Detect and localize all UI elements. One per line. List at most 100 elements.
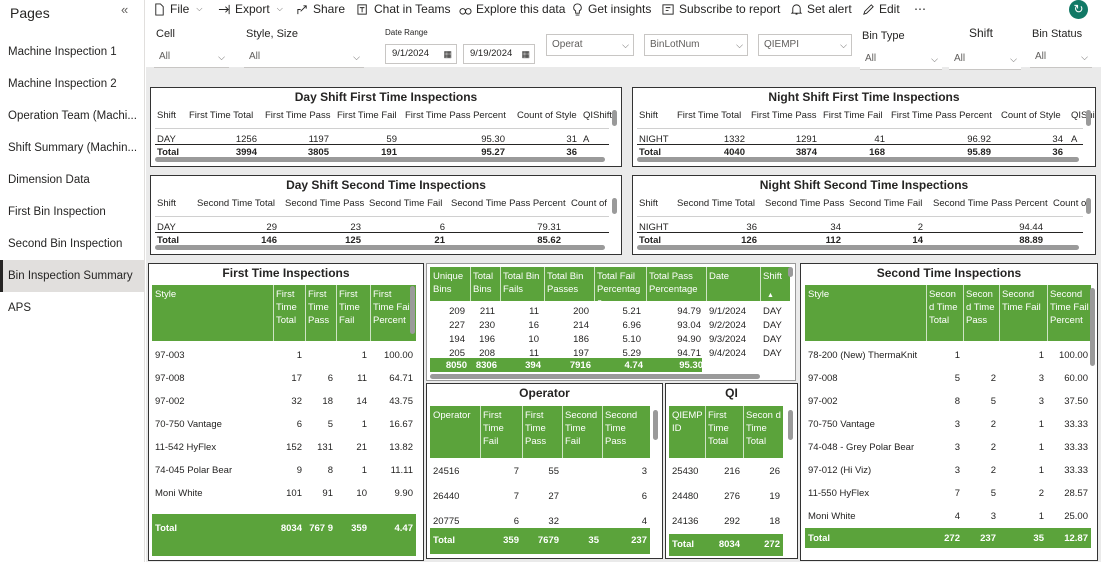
table-cell: 152 (286, 442, 302, 453)
table-cell: 2 (990, 419, 996, 430)
shift-slicer[interactable]: All ⌵ (949, 50, 1021, 70)
vertical-scrollbar[interactable] (788, 410, 793, 440)
horizontal-scrollbar[interactable] (637, 157, 1079, 162)
edit-button[interactable]: Edit (862, 2, 900, 16)
column-divider (705, 406, 706, 458)
column-header[interactable]: Total Fail Percentage (597, 270, 645, 309)
bin-status-slicer[interactable]: All ⌵ (1030, 48, 1092, 68)
column-header[interactable]: Second Time Fail (1002, 288, 1045, 314)
vertical-scrollbar[interactable] (788, 267, 793, 277)
date-to-input[interactable]: 9/19/2024 ▦ (463, 44, 535, 64)
horizontal-scrollbar[interactable] (155, 245, 605, 250)
column-header[interactable]: Second Time Fail (565, 409, 600, 448)
card-title: Operator (519, 386, 570, 400)
page-item[interactable]: Second Bin Inspection (0, 228, 144, 260)
file-menu[interactable]: File ⌵ (153, 2, 202, 16)
table-cell: 93.04 (677, 320, 701, 331)
vertical-scrollbar[interactable] (410, 286, 415, 334)
page-item[interactable]: Dimension Data (0, 164, 144, 196)
more-options-icon[interactable]: ⋯ (914, 2, 926, 16)
vertical-scrollbar[interactable] (612, 110, 617, 126)
vertical-scrollbar[interactable] (1086, 110, 1091, 126)
vertical-scrollbar[interactable] (612, 198, 617, 214)
vertical-scrollbar[interactable] (653, 410, 658, 440)
get-insights-button[interactable]: Get insights (571, 2, 651, 16)
export-menu[interactable]: Export ⌵ (218, 2, 283, 16)
table-cell: 97-002 (808, 396, 838, 407)
horizontal-scrollbar[interactable] (637, 245, 1079, 250)
sort-ascending-icon[interactable]: ▲ (767, 289, 774, 302)
explore-data-button[interactable]: Explore this data (459, 2, 565, 16)
collapse-pane-icon[interactable]: « (121, 2, 128, 17)
page-item[interactable]: Bin Inspection Summary (0, 260, 144, 292)
column-header[interactable]: Shift (763, 270, 789, 283)
cell-slicer[interactable]: All ⌵ (154, 48, 229, 68)
table-cell: 209 (449, 306, 465, 317)
column-header: Shift (157, 110, 177, 121)
date-from-input[interactable]: 9/1/2024 ▦ (385, 44, 457, 64)
column-header[interactable]: First Time Pass (525, 409, 560, 448)
column-header[interactable]: Style (155, 288, 271, 301)
column-header[interactable]: Second Time Fail Percent (1050, 288, 1089, 327)
qiempi-slicer[interactable]: QIEMPI ⌵ (758, 34, 852, 56)
set-alert-button[interactable]: Set alert (790, 2, 852, 16)
table-cell: 196 (479, 334, 495, 345)
column-header[interactable]: Total Bins (473, 270, 499, 296)
chevron-down-icon: ⌵ (840, 40, 847, 50)
table-cell: 26440 (433, 491, 460, 502)
style-size-slicer-label: Style, Size (246, 28, 298, 40)
column-header[interactable]: First Time Fail Percent (373, 288, 414, 327)
column-header[interactable]: First Time Total (708, 409, 741, 448)
vertical-scrollbar[interactable] (1090, 288, 1095, 366)
table-cell: 131 (317, 442, 333, 453)
column-divider (480, 406, 481, 458)
column-header[interactable]: First Time Fail (483, 409, 520, 448)
column-header[interactable]: Unique Bins (433, 270, 469, 296)
column-header[interactable]: Secon d Time Total (746, 409, 781, 448)
page-item[interactable]: Machine Inspection 1 (0, 36, 144, 68)
table-cell: 6 (513, 516, 519, 527)
page-item[interactable]: APS (0, 292, 144, 324)
file-icon (155, 2, 164, 16)
column-header[interactable]: First Time Pass (308, 288, 334, 327)
column-header[interactable]: First Time Fail (339, 288, 368, 327)
night-shift-first-time-card: Night Shift First Time Inspections Shift F… (632, 87, 1096, 167)
page-item[interactable]: First Bin Inspection (0, 196, 144, 228)
total-cell: 8034 (718, 539, 740, 550)
page-item[interactable]: Machine Inspection 2 (0, 68, 144, 100)
column-divider (926, 285, 927, 341)
column-header[interactable]: Total Bin Fails (503, 270, 543, 296)
column-header: First Time Fail (823, 110, 883, 121)
style-size-slicer[interactable]: All ⌵ (244, 48, 364, 68)
refresh-icon[interactable]: ↻ (1069, 0, 1088, 19)
night-shift-second-time-card: Night Shift Second Time Inspections Shift… (632, 175, 1096, 255)
operat-slicer[interactable]: Operat ⌵ (546, 34, 634, 56)
vertical-scrollbar[interactable] (1086, 198, 1091, 214)
column-header[interactable]: Total Pass Percentage (649, 270, 705, 296)
horizontal-scrollbar[interactable] (155, 157, 605, 162)
table-cell: 9 (296, 465, 302, 476)
column-header[interactable]: Style (808, 288, 924, 301)
chat-in-teams-button[interactable]: Chat in Teams (357, 2, 450, 16)
page-item[interactable]: Operation Team (Machi... (0, 100, 144, 132)
column-header[interactable]: Second Time Pass (605, 409, 648, 448)
total-cell: 272 (764, 539, 780, 550)
table-cell: 14 (356, 396, 367, 407)
pencil-icon (863, 3, 874, 15)
share-button[interactable]: Share (296, 2, 345, 16)
column-header[interactable]: Second Time Pass (966, 288, 997, 327)
column-divider (646, 267, 647, 301)
subscribe-button[interactable]: Subscribe to report (662, 2, 780, 16)
column-header[interactable]: Operator (433, 409, 478, 422)
table-cell: 1 (361, 350, 367, 361)
page-item[interactable]: Shift Summary (Machin... (0, 132, 144, 164)
column-header[interactable]: Total Bin Passes (547, 270, 593, 296)
binlotnum-slicer[interactable]: BinLotNum ⌵ (644, 34, 748, 56)
column-header[interactable]: Date (709, 270, 759, 283)
bin-type-slicer[interactable]: All ⌵ (860, 50, 942, 70)
column-header[interactable]: Second Time Total (929, 288, 961, 327)
column-header[interactable]: QIEMP ID (672, 409, 703, 435)
horizontal-scrollbar[interactable] (430, 374, 760, 379)
column-header[interactable]: First Time Total (276, 288, 303, 327)
report-toolbar: File ⌵ Export ⌵ Share Chat in Teams Explor… (146, 0, 1101, 19)
